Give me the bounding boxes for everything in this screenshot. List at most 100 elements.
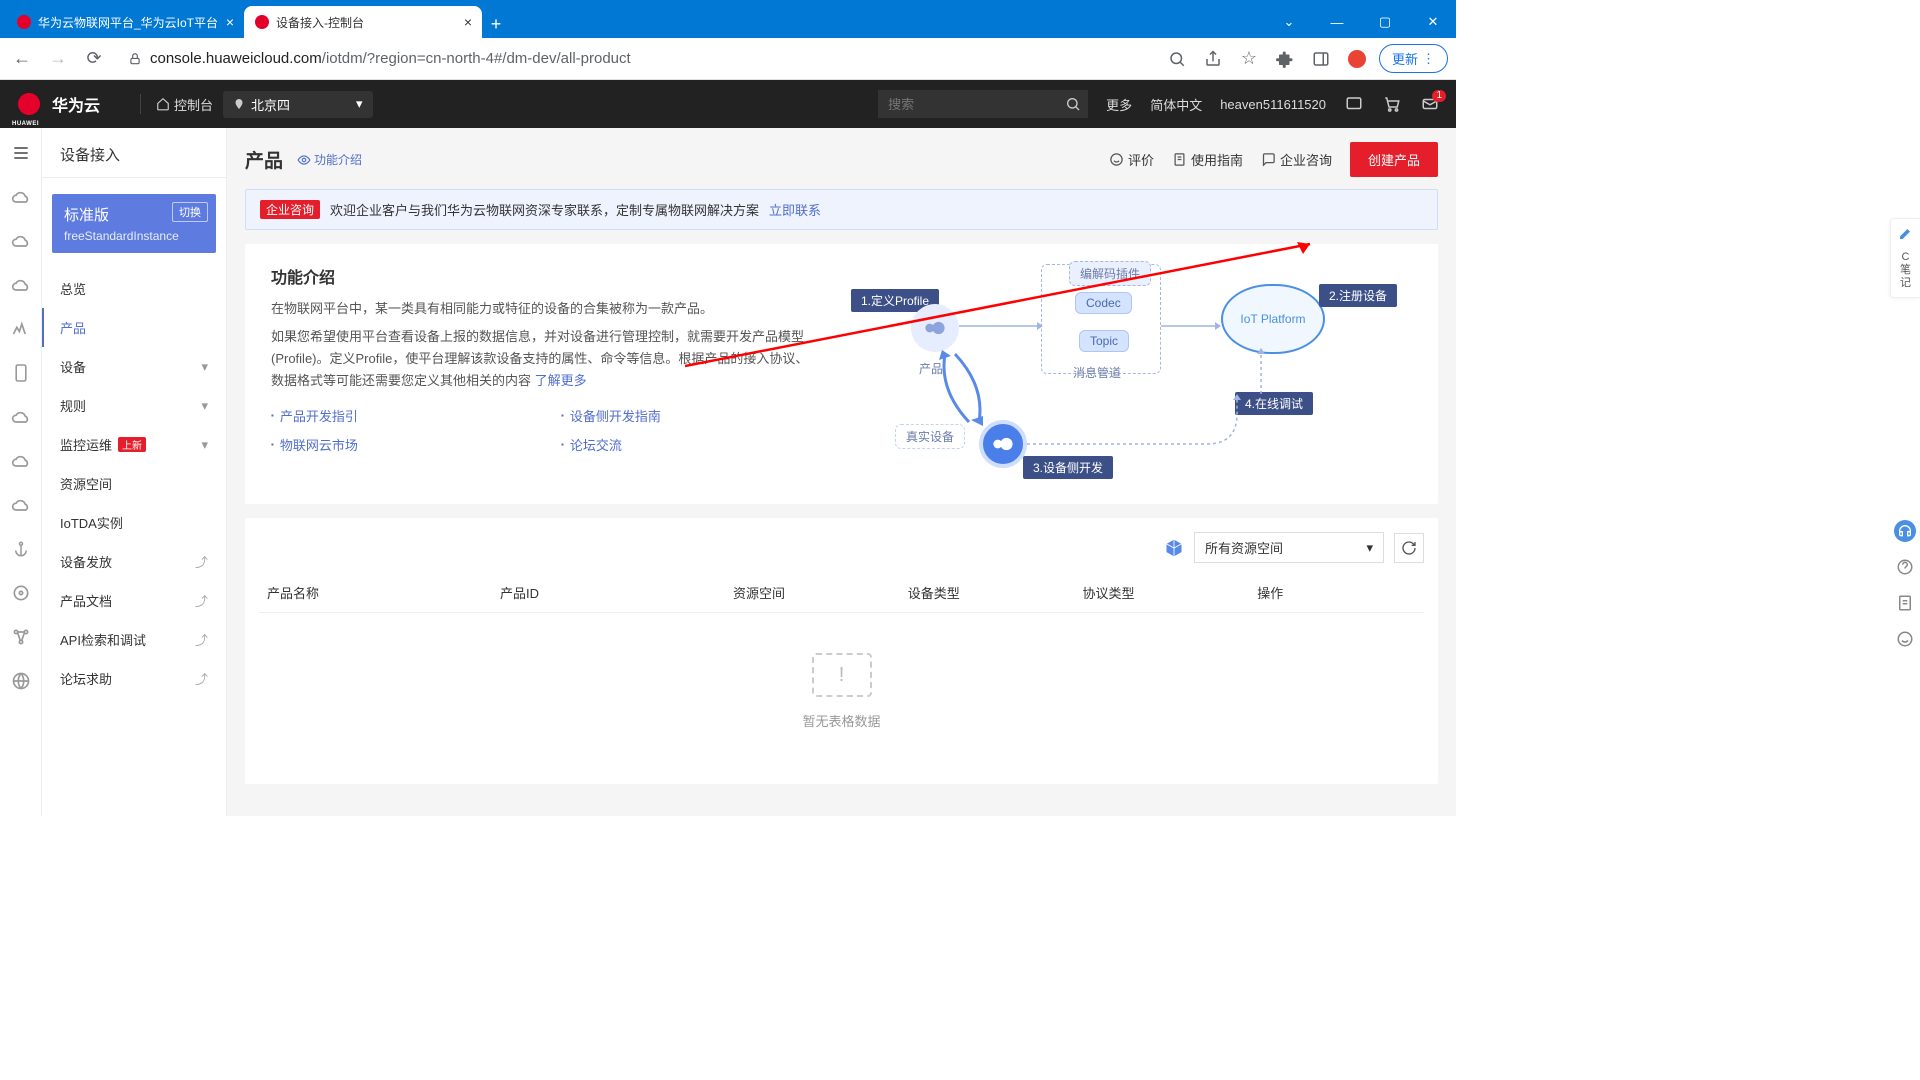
func-intro-link[interactable]: 功能介绍 xyxy=(297,151,362,168)
cloud-icon[interactable] xyxy=(10,450,32,472)
rate-button[interactable]: 评价 xyxy=(1109,150,1154,169)
nav-api-explorer[interactable]: API检索和调试⤴ xyxy=(42,620,226,659)
chevron-down-icon: ▾ xyxy=(356,96,363,112)
nav-overview[interactable]: 总览 xyxy=(42,269,226,308)
zoom-icon[interactable] xyxy=(1163,45,1191,73)
back-icon[interactable]: ← xyxy=(8,45,36,73)
note-float-bar[interactable]: C 笔 记 xyxy=(1890,218,1920,298)
intro-links: 产品开发指引 设备侧开发指南 物联网云市场 论坛交流 xyxy=(271,406,821,454)
window-controls: ⌄ ― ▢ ✕ xyxy=(1266,6,1456,38)
star-icon[interactable]: ☆ xyxy=(1235,45,1263,73)
forward-icon[interactable]: → xyxy=(44,45,72,73)
user-name[interactable]: heaven511611520 xyxy=(1220,97,1326,112)
extensions-icon[interactable] xyxy=(1271,45,1299,73)
close-icon[interactable]: × xyxy=(464,14,472,30)
empty-text: 暂无表格数据 xyxy=(259,711,1424,730)
nav-device-provision[interactable]: 设备发放⤴ xyxy=(42,542,226,581)
globe-icon[interactable] xyxy=(10,670,32,692)
search-input[interactable] xyxy=(878,90,1058,118)
cloud-icon[interactable] xyxy=(10,186,32,208)
help-icon[interactable] xyxy=(1894,556,1916,578)
cloud-icon[interactable] xyxy=(10,230,32,252)
minimize-icon[interactable]: ― xyxy=(1314,6,1360,38)
nav-label: 产品文档 xyxy=(60,591,112,610)
nav-resource-space[interactable]: 资源空间 xyxy=(42,464,226,503)
nav-iotda-instance[interactable]: IoTDA实例 xyxy=(42,503,226,542)
external-link-icon: ⤴ xyxy=(195,669,208,688)
cloud-icon[interactable] xyxy=(10,274,32,296)
chevron-down-icon: ▾ xyxy=(201,359,208,375)
browser-tab-inactive[interactable]: 华为云物联网平台_华为云IoT平台 × xyxy=(6,6,244,38)
device-icon[interactable] xyxy=(10,362,32,384)
refresh-button[interactable] xyxy=(1394,533,1424,563)
action-label: 企业咨询 xyxy=(1280,150,1332,169)
anchor-icon[interactable] xyxy=(10,538,32,560)
create-product-button[interactable]: 创建产品 xyxy=(1350,142,1438,177)
doc-icon[interactable] xyxy=(1894,592,1916,614)
new-tab-button[interactable]: + xyxy=(482,10,510,38)
col-space: 资源空间 xyxy=(725,573,900,613)
nav-product-docs[interactable]: 产品文档⤴ xyxy=(42,581,226,620)
nav-label: API检索和调试 xyxy=(60,630,146,649)
cloud-icon[interactable] xyxy=(10,494,32,516)
link-product-dev-guide[interactable]: 产品开发指引 xyxy=(271,406,531,425)
address-bar[interactable]: console.huaweicloud.com/iotdm/?region=cn… xyxy=(116,44,1155,74)
enterprise-button[interactable]: 企业咨询 xyxy=(1261,150,1332,169)
intro-card: 功能介绍 在物联网平台中，某一类具有相同能力或特征的设备的合集被称为一款产品。 … xyxy=(245,244,1438,504)
nav-product[interactable]: 产品 xyxy=(42,308,226,347)
nav-rules[interactable]: 规则▾ xyxy=(42,386,226,425)
share-icon[interactable] xyxy=(1199,45,1227,73)
support-icon[interactable] xyxy=(1894,520,1916,542)
link-device-dev-guide[interactable]: 设备侧开发指南 xyxy=(561,406,821,425)
monitor-icon[interactable] xyxy=(10,318,32,340)
chevron-down-icon[interactable]: ⌄ xyxy=(1266,6,1312,38)
nav-label: 论坛求助 xyxy=(60,669,112,688)
region-selector[interactable]: 北京四 ▾ xyxy=(223,91,373,118)
alert-link[interactable]: 立即联系 xyxy=(769,200,821,219)
guide-button[interactable]: 使用指南 xyxy=(1172,150,1243,169)
menu-toggle-icon[interactable] xyxy=(10,142,32,164)
alert-text: 欢迎企业客户与我们华为云物联网资深专家联系，定制专属物联网解决方案 xyxy=(330,200,759,219)
diagram-platform-label: IoT Platform xyxy=(1240,312,1305,326)
search-button[interactable] xyxy=(1058,90,1088,118)
link-forum[interactable]: 论坛交流 xyxy=(561,435,821,454)
nav-label: 产品 xyxy=(60,318,86,337)
diagram-topic: Topic xyxy=(1079,330,1129,352)
nav-device[interactable]: 设备 ▾ xyxy=(42,347,226,386)
resource-space-select[interactable]: 所有资源空间 ▾ xyxy=(1194,532,1384,563)
nodes-icon[interactable] xyxy=(10,626,32,648)
nav-forum[interactable]: 论坛求助 ⤴ xyxy=(42,659,226,698)
lock-icon xyxy=(128,52,142,66)
reload-icon[interactable]: ⟳ xyxy=(80,45,108,73)
diagram-arrow-icon xyxy=(959,320,1043,332)
devices-icon[interactable] xyxy=(1344,94,1364,114)
smile-icon xyxy=(1109,152,1124,167)
profile-icon[interactable] xyxy=(1343,45,1371,73)
console-link[interactable]: 控制台 xyxy=(156,95,213,114)
close-icon[interactable]: ✕ xyxy=(1410,6,1456,38)
browser-tab-active[interactable]: 设备接入-控制台 × xyxy=(244,6,482,38)
mail-icon[interactable]: 1 xyxy=(1420,94,1440,114)
learn-more-link[interactable]: 了解更多 xyxy=(535,373,587,388)
side-panel-icon[interactable] xyxy=(1307,45,1335,73)
instance-switch-button[interactable]: 切换 xyxy=(172,202,208,222)
target-icon[interactable] xyxy=(10,582,32,604)
lang-selector[interactable]: 简体中文 xyxy=(1150,95,1202,114)
close-icon[interactable]: × xyxy=(226,14,234,30)
brand-text: 华为云 xyxy=(52,92,100,116)
nav-monitor[interactable]: 监控运维上新▾ xyxy=(42,425,226,464)
cart-icon[interactable] xyxy=(1382,94,1402,114)
empty-state: ! 暂无表格数据 xyxy=(259,613,1424,770)
update-label: 更新 xyxy=(1392,49,1418,68)
maximize-icon[interactable]: ▢ xyxy=(1362,6,1408,38)
link-iot-market[interactable]: 物联网云市场 xyxy=(271,435,531,454)
more-link[interactable]: 更多 xyxy=(1106,95,1132,114)
update-button[interactable]: 更新 ⋮ xyxy=(1379,44,1448,73)
chevron-down-icon: ▾ xyxy=(201,437,208,453)
brand-logo[interactable]: 华为云 xyxy=(16,91,100,117)
feedback-icon[interactable] xyxy=(1894,628,1916,650)
cloud-icon[interactable] xyxy=(10,406,32,428)
diagram-step2: 2.注册设备 xyxy=(1319,284,1397,307)
nav-label: 设备 xyxy=(60,357,86,376)
cube-icon xyxy=(1164,538,1184,558)
